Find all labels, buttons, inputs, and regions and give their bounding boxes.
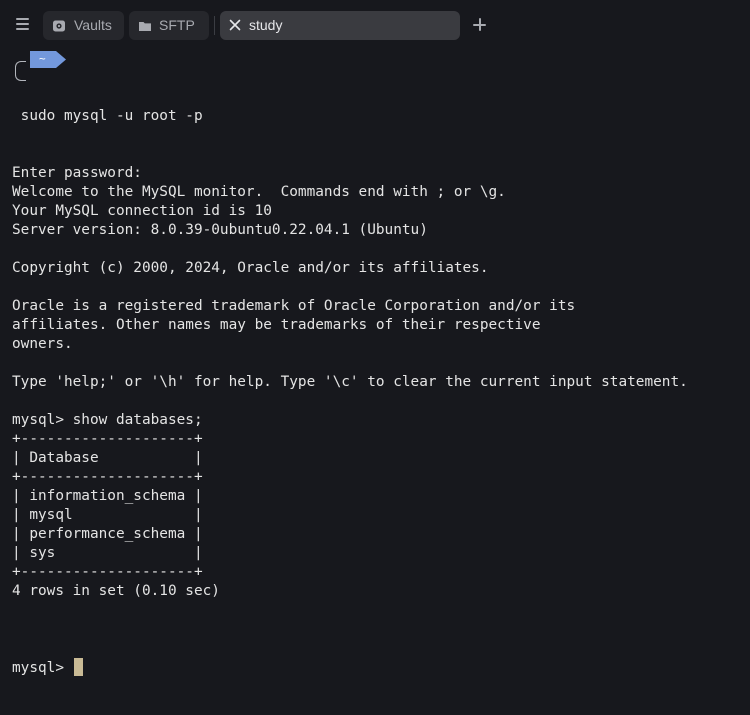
output-line: | information_schema | xyxy=(12,488,203,504)
output-line: Copyright (c) 2000, 2024, Oracle and/or … xyxy=(12,260,489,276)
output-line: 4 rows in set (0.10 sec) xyxy=(12,583,220,599)
folder-icon xyxy=(138,19,152,36)
directory-label: ~ xyxy=(39,52,46,65)
hamburger-menu-icon[interactable] xyxy=(14,15,32,35)
output-line: Your MySQL connection id is 10 xyxy=(12,203,272,219)
output-line: Welcome to the MySQL monitor. Commands e… xyxy=(12,184,506,200)
output-line: Oracle is a registered trademark of Orac… xyxy=(12,298,576,314)
directory-badge: ~ xyxy=(30,51,66,68)
output-line: +--------------------+ xyxy=(12,564,203,580)
mysql-prompt: mysql> xyxy=(12,660,73,676)
vault-icon xyxy=(52,19,66,36)
output-line: | Database | xyxy=(12,450,203,466)
tab-bar: Vaults SFTP study xyxy=(0,0,750,50)
output-line: mysql> show databases; xyxy=(12,412,203,428)
output-line: owners. xyxy=(12,336,73,352)
output-line: Enter password: xyxy=(12,165,142,181)
output-line: | sys | xyxy=(12,545,203,561)
tab-divider xyxy=(214,16,215,35)
tab-label: study xyxy=(249,17,283,33)
tab-study[interactable]: study xyxy=(220,11,460,40)
command-line: sudo mysql -u root -p xyxy=(12,108,203,124)
output-line: affiliates. Other names may be trademark… xyxy=(12,317,541,333)
close-icon[interactable] xyxy=(228,18,242,35)
text-cursor xyxy=(73,658,83,676)
terminal-pane[interactable]: ~ sudo mysql -u root -p Enter password: W… xyxy=(0,50,750,676)
current-prompt-line: mysql> xyxy=(12,658,688,677)
output-line: | performance_schema | xyxy=(12,526,203,542)
terminal-output: sudo mysql -u root -p Enter password: Wel… xyxy=(12,69,688,715)
tab-label: Vaults xyxy=(74,17,112,33)
output-line: | mysql | xyxy=(12,507,203,523)
tab-sftp[interactable]: SFTP xyxy=(129,11,209,40)
output-line: +--------------------+ xyxy=(12,431,203,447)
output-line: Type 'help;' or '\h' for help. Type '\c'… xyxy=(12,374,688,390)
plus-icon[interactable] xyxy=(471,16,489,34)
output-line: +--------------------+ xyxy=(12,469,203,485)
output-line: Server version: 8.0.39-0ubuntu0.22.04.1 … xyxy=(12,222,428,238)
tab-label: SFTP xyxy=(159,17,195,33)
tab-vaults[interactable]: Vaults xyxy=(43,11,124,40)
